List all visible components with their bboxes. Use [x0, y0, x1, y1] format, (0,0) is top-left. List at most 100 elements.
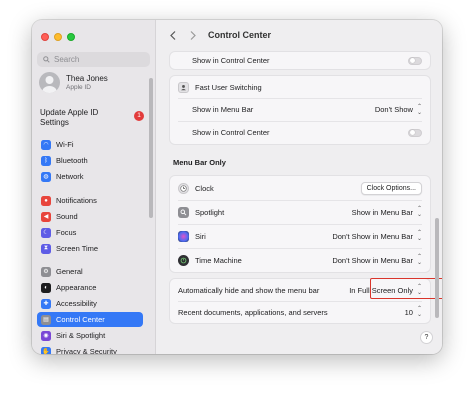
sidebar-item-focus[interactable]: ☾ Focus [37, 225, 143, 240]
sidebar-item-label: Siri & Spotlight [56, 331, 106, 340]
sidebar: Search Thea Jones Apple ID Update Apple … [32, 20, 156, 354]
minimize-button[interactable] [54, 33, 62, 41]
appearance-icon: ◐ [41, 282, 51, 293]
globe-icon: ◍ [41, 171, 51, 182]
system-settings-window: Search Thea Jones Apple ID Update Apple … [32, 20, 442, 354]
control-center-icon: ▤ [41, 314, 51, 325]
sidebar-item-label: Focus [56, 228, 77, 237]
row-recent-items: Recent documents, applications, and serv… [170, 301, 430, 323]
forward-button[interactable] [186, 28, 200, 42]
siri-icon [178, 230, 189, 242]
sidebar-item-network[interactable]: ◍ Network [37, 169, 143, 184]
update-apple-id-item[interactable]: Update Apple ID Settings 1 [40, 108, 150, 128]
popup-value: Don't Show in Menu Bar [332, 255, 413, 265]
page-title: Control Center [208, 30, 271, 40]
row-fast-user-switching: Fast User Switching [170, 76, 430, 98]
siri-popup[interactable]: Don't Show in Menu Bar ⌃ ⌄ [332, 230, 422, 242]
row-label: Siri [195, 231, 206, 241]
hand-icon: ✋ [41, 346, 51, 354]
profile-subtitle: Apple ID [66, 84, 91, 91]
person-icon [42, 76, 57, 93]
popup-value: Don't Show [374, 105, 413, 114]
chevron-updown-icon: ⌃ ⌄ [416, 230, 422, 242]
update-label: Update Apple ID Settings [40, 108, 99, 127]
notification-badge: 1 [134, 111, 144, 121]
bell-icon: ● [41, 195, 51, 206]
sidebar-item-screen-time[interactable]: ⧗ Screen Time [37, 241, 143, 256]
bluetooth-icon: ᛒ [41, 155, 51, 166]
window-controls [41, 33, 75, 41]
spotlight-icon [178, 206, 189, 218]
clock-options-button[interactable]: Clock Options... [360, 181, 422, 195]
sidebar-scrollbar[interactable] [149, 78, 153, 218]
popup-value: 10 [404, 307, 413, 317]
sidebar-item-appearance[interactable]: ◐ Appearance [37, 280, 143, 295]
show-in-control-center-toggle-2[interactable] [408, 128, 422, 137]
fast-user-switching-card: Show in Control Center [169, 51, 431, 70]
sidebar-item-label: Bluetooth [56, 156, 88, 165]
close-button[interactable] [41, 33, 49, 41]
sidebar-item-control-center[interactable]: ▤ Control Center [37, 312, 143, 327]
gear-icon: ⚙ [41, 266, 51, 277]
row-label: Show in Control Center [192, 56, 270, 65]
section-title-menu-bar-only: Menu Bar Only [173, 158, 226, 167]
chevron-updown-icon: ⌃ ⌄ [416, 103, 422, 116]
row-show-in-control-center-2: Show in Control Center [170, 121, 430, 144]
sidebar-item-general[interactable]: ⚙ General [37, 264, 143, 279]
sidebar-item-bluetooth[interactable]: ᛒ Bluetooth [37, 153, 143, 168]
row-label: Spotlight [195, 207, 225, 217]
speaker-icon: ◀ [41, 211, 51, 222]
sidebar-item-notifications[interactable]: ● Notifications [37, 193, 143, 208]
sidebar-item-wi-fi[interactable]: ◠ Wi-Fi [37, 137, 143, 152]
clock-icon [178, 182, 189, 194]
row-show-in-menu-bar: Show in Menu Bar Don't Show ⌃ ⌄ [170, 98, 430, 121]
row-label: Clock [195, 183, 214, 193]
apple-id-profile[interactable]: Thea Jones Apple ID [39, 72, 108, 93]
accessibility-icon: ✚ [41, 298, 51, 309]
main-pane: Control Center Show in Control Center Fa… [156, 20, 442, 354]
sidebar-item-label: Sound [56, 212, 78, 221]
row-label: Fast User Switching [195, 82, 262, 92]
row-label: Time Machine [195, 255, 242, 265]
row-label: Show in Control Center [192, 128, 270, 137]
time-machine-popup[interactable]: Don't Show in Menu Bar ⌃ ⌄ [332, 254, 422, 266]
row-label: Recent documents, applications, and serv… [178, 307, 328, 317]
search-placeholder: Search [54, 55, 80, 64]
search-icon [43, 56, 50, 63]
show-in-control-center-toggle[interactable] [408, 56, 422, 65]
popup-value: Don't Show in Menu Bar [332, 231, 413, 241]
show-in-menu-bar-popup[interactable]: Don't Show ⌃ ⌄ [375, 104, 422, 116]
row-time-machine: Time Machine Don't Show in Menu Bar ⌃ ⌄ [170, 248, 430, 272]
help-button[interactable]: ? [420, 331, 433, 344]
sidebar-item-sound[interactable]: ◀ Sound [37, 209, 143, 224]
zoom-button[interactable] [67, 33, 75, 41]
sidebar-item-label: Notifications [56, 196, 97, 205]
wifi-icon: ◠ [41, 139, 51, 150]
menu-bar-only-card: Clock Clock Options... Spotlight Show in… [169, 175, 431, 273]
row-clock: Clock Clock Options... [170, 176, 430, 200]
back-button[interactable] [166, 28, 180, 42]
chevron-updown-icon: ⌃ ⌄ [416, 206, 422, 218]
search-input[interactable]: Search [37, 52, 150, 67]
sidebar-item-label: Control Center [56, 315, 105, 324]
recent-items-popup[interactable]: 10 ⌃ ⌄ [405, 306, 422, 318]
hourglass-icon: ⧗ [41, 243, 51, 254]
sidebar-item-label: Privacy & Security [56, 347, 117, 354]
row-siri: Siri Don't Show in Menu Bar ⌃ ⌄ [170, 224, 430, 248]
sidebar-item-privacy-security[interactable]: ✋ Privacy & Security [37, 344, 143, 354]
sidebar-item-siri-spotlight[interactable]: ◉ Siri & Spotlight [37, 328, 143, 343]
toolbar: Control Center [156, 20, 442, 50]
spotlight-popup[interactable]: Show in Menu Bar ⌃ ⌄ [352, 206, 422, 218]
chevron-updown-icon: ⌃ ⌄ [416, 254, 422, 266]
sidebar-item-label: Wi-Fi [56, 140, 74, 149]
sidebar-item-label: Screen Time [56, 244, 99, 253]
popup-value: Show in Menu Bar [351, 207, 413, 217]
highlight-box [370, 278, 442, 299]
moon-icon: ☾ [41, 227, 51, 238]
row-show-in-control-center: Show in Control Center [170, 52, 430, 69]
avatar [39, 72, 60, 93]
main-scrollbar[interactable] [435, 218, 439, 318]
chevron-updown-icon: ⌃ ⌄ [416, 306, 422, 318]
chevron-left-icon [170, 30, 176, 40]
sidebar-item-accessibility[interactable]: ✚ Accessibility [37, 296, 143, 311]
